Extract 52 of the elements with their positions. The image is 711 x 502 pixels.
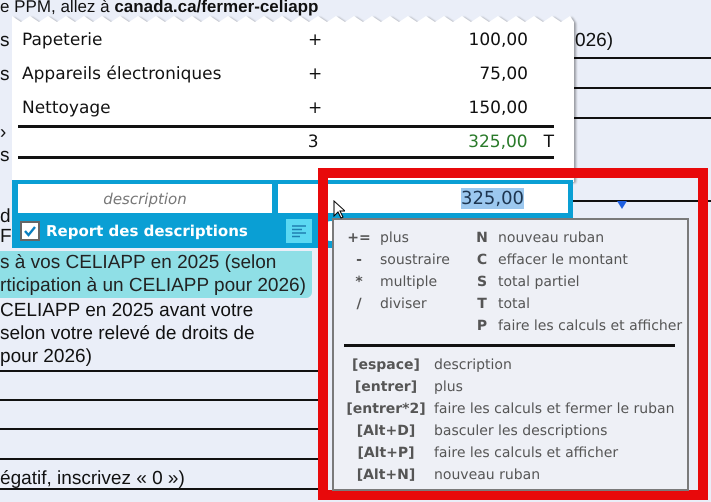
key-label: += xyxy=(346,229,372,248)
total-amount: 325,00 xyxy=(467,132,528,152)
form-text: s xyxy=(0,64,10,86)
form-text: s xyxy=(0,30,10,52)
shortcut-description: nouveau ruban xyxy=(434,466,542,485)
entry-description: Nettoyage xyxy=(22,98,112,118)
entry-description: Appareils électroniques xyxy=(22,64,222,84)
shortcut-description: nouveau ruban xyxy=(498,229,606,248)
key-label: N xyxy=(475,229,489,248)
shortcut-description: diviser xyxy=(380,295,428,314)
shortcut-description: description xyxy=(434,356,513,375)
form-text: F xyxy=(0,226,12,248)
key-label: P xyxy=(476,317,488,336)
entry-amount: 150,00 xyxy=(468,98,528,118)
form-text: s xyxy=(0,145,10,167)
shortcut-description: faire les calculs et afficher xyxy=(434,444,620,463)
key-label: * xyxy=(354,273,364,292)
form-text: égatif, inscrivez « 0 ») xyxy=(0,468,185,490)
form-text: 026) xyxy=(575,30,614,52)
key-label: [Alt+N] xyxy=(356,466,416,485)
shortcut-description: total xyxy=(498,295,532,314)
form-text: › xyxy=(0,122,6,144)
key-label: [entrer] xyxy=(354,378,418,397)
key-label: [Alt+P] xyxy=(356,444,416,463)
shortcut-description: faire les calculs et fermer le ruban xyxy=(434,400,676,419)
shortcut-description: multiple xyxy=(380,273,438,292)
operator-text: + xyxy=(308,98,324,118)
entry-count: 3 xyxy=(308,132,320,152)
key-label: [Alt+D] xyxy=(356,422,416,441)
key-label: S xyxy=(476,273,488,292)
shortcut-description: soustraire xyxy=(380,251,451,270)
key-label: / xyxy=(355,295,363,314)
shortcut-description: basculer les descriptions xyxy=(434,422,608,441)
entry-amount: 75,00 xyxy=(478,64,528,84)
highlighted-text: s à vos CELIAPP en 2025 (selon rticipation à un CELIAPP pour 2026) xyxy=(0,251,312,298)
entry-description: Papeterie xyxy=(22,30,104,50)
entry-amount: 100,00 xyxy=(468,30,528,50)
operator-text: + xyxy=(308,64,324,84)
key-label: [entrer*2] xyxy=(345,400,427,419)
shortcut-description: plus xyxy=(434,378,464,397)
shortcut-description: effacer le montant xyxy=(498,251,629,270)
shortcut-description: plus xyxy=(380,229,410,248)
form-text: d xyxy=(0,206,11,228)
key-label: [espace] xyxy=(351,356,421,375)
total-label: T xyxy=(544,132,554,152)
key-label: - xyxy=(355,251,363,270)
key-label: T xyxy=(476,295,488,314)
operator-text: + xyxy=(308,30,324,50)
form-text: CELIAPP en 2025 avant votre selon votre relevé de droits de pour 2026) xyxy=(0,299,255,368)
shortcut-description: total partiel xyxy=(498,273,581,292)
key-label: C xyxy=(476,251,488,270)
shortcut-description: faire les calculs et afficher xyxy=(498,317,682,336)
